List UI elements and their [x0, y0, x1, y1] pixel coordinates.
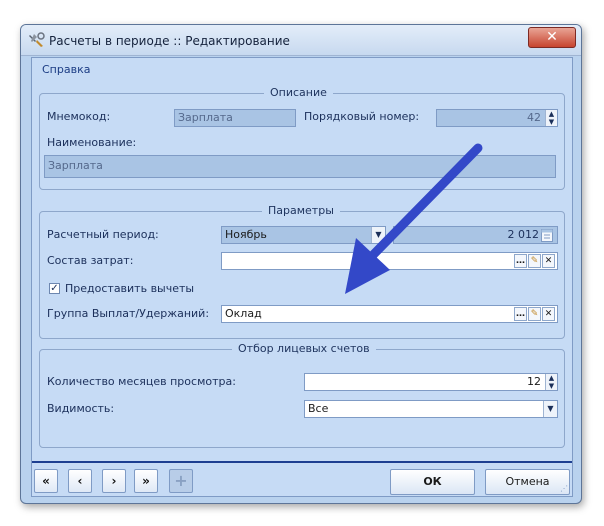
period-month-select[interactable]: Ноябрь [221, 226, 386, 244]
close-button[interactable]: ✕ [528, 27, 576, 48]
deductions-checkbox[interactable]: ✓ [49, 283, 60, 294]
dialog-body: Справка Описание Мнемокод: Зарплата Поря… [31, 57, 573, 497]
order-number-label: Порядковый номер: [304, 110, 420, 123]
dialog-window: Расчеты в периоде :: Редактирование ✕ Сп… [20, 24, 582, 504]
costs-edit-icon[interactable]: ✎ [528, 254, 541, 268]
menu-item-help[interactable]: Справка [42, 63, 90, 76]
cancel-button[interactable]: Отмена [485, 469, 570, 495]
accounts-group: Отбор лицевых счетов Количество месяцев … [39, 342, 565, 448]
group-ellipsis-button[interactable]: … [514, 307, 527, 321]
group-field[interactable]: Оклад [221, 305, 558, 323]
mnemocode-label: Мнемокод: [47, 110, 111, 123]
resize-grip-icon[interactable]: ⋰ [560, 484, 570, 494]
last-record-button[interactable]: » [134, 469, 158, 493]
costs-clear-icon[interactable]: ✕ [542, 254, 555, 268]
title-bar[interactable]: Расчеты в периоде :: Редактирование ✕ [21, 25, 581, 56]
period-label: Расчетный период: [47, 228, 159, 241]
ok-button[interactable]: ОК [390, 469, 475, 495]
separator-line [32, 461, 572, 463]
spin-down-icon[interactable]: ▼ [546, 382, 557, 390]
spin-up-icon[interactable]: ▲ [546, 110, 557, 118]
spin-down-icon[interactable]: ▼ [546, 118, 557, 126]
previous-record-button[interactable]: ‹ [68, 469, 92, 493]
window-title: Расчеты в периоде :: Редактирование [49, 34, 290, 48]
costs-label: Состав затрат: [47, 254, 134, 267]
parameters-group: Параметры Расчетный период: Ноябрь ▼ 2 0… [39, 204, 565, 339]
accounts-legend: Отбор лицевых счетов [232, 342, 376, 355]
visibility-label: Видимость: [47, 402, 115, 415]
spin-up-icon[interactable]: ▲ [546, 374, 557, 382]
order-number-field[interactable]: 42 [436, 109, 558, 127]
parameters-legend: Параметры [262, 204, 340, 217]
deductions-label[interactable]: Предоставить вычеты [65, 282, 194, 295]
name-field[interactable]: Зарплата [44, 155, 556, 178]
costs-field[interactable] [221, 252, 558, 270]
dropdown-arrow-icon[interactable]: ▼ [371, 227, 385, 243]
description-legend: Описание [264, 86, 333, 99]
first-record-button[interactable]: « [34, 469, 58, 493]
calendar-icon[interactable] [541, 228, 553, 242]
dropdown-arrow-icon[interactable]: ▼ [543, 401, 557, 417]
mnemocode-field: Зарплата [174, 109, 296, 127]
order-number-spinner[interactable]: ▲ ▼ [545, 110, 557, 126]
months-spinner[interactable]: ▲ ▼ [545, 374, 557, 390]
description-group: Описание Мнемокод: Зарплата Порядковый н… [39, 86, 565, 190]
costs-ellipsis-button[interactable]: … [514, 254, 527, 268]
visibility-select[interactable]: Все [304, 400, 558, 418]
add-record-button[interactable]: + [169, 469, 193, 493]
group-label: Группа Выплат/Удержаний: [47, 307, 210, 320]
tools-icon [29, 32, 45, 47]
period-year-field[interactable]: 2 012 [393, 226, 558, 244]
next-record-button[interactable]: › [102, 469, 126, 493]
group-clear-icon[interactable]: ✕ [542, 307, 555, 321]
name-label: Наименование: [47, 136, 137, 149]
group-edit-icon[interactable]: ✎ [528, 307, 541, 321]
months-label: Количество месяцев просмотра: [47, 375, 236, 388]
months-field[interactable]: 12 [304, 373, 558, 391]
